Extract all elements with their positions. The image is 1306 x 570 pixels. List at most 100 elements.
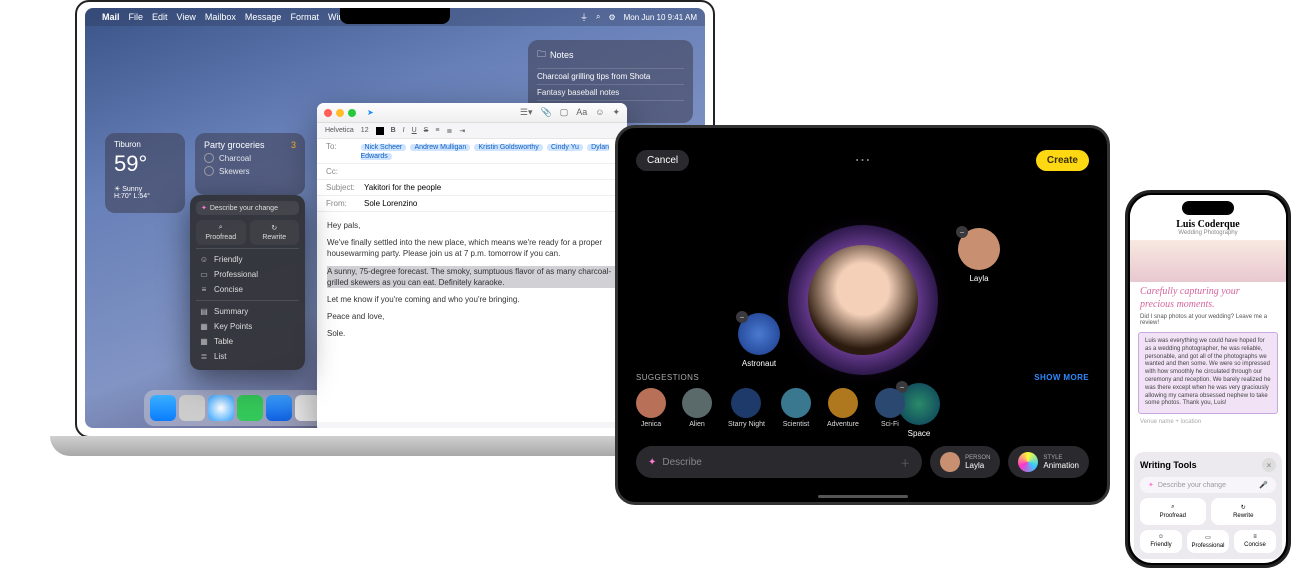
add-icon[interactable]: ＋ <box>900 455 910 470</box>
style-concise[interactable]: ≡Concise <box>196 282 299 297</box>
home-indicator[interactable] <box>818 495 908 498</box>
iphone-frame: Luis Coderque Wedding Photography Carefu… <box>1125 190 1291 568</box>
font-size[interactable]: 12 <box>361 127 369 134</box>
cancel-button[interactable]: Cancel <box>636 150 689 171</box>
recipient-chip[interactable]: Andrew Mulligan <box>410 144 470 151</box>
zoom-button[interactable] <box>348 109 356 117</box>
dock-finder[interactable] <box>150 395 176 421</box>
create-button[interactable]: Create <box>1036 150 1089 171</box>
proofread-button[interactable]: ⌕Proofread <box>1140 498 1206 525</box>
close-button[interactable] <box>324 109 332 117</box>
mail-selected-text: A sunny, 75-degree forecast. The smoky, … <box>327 266 617 288</box>
menubar-datetime[interactable]: Mon Jun 10 9:41 AM <box>624 13 697 22</box>
style-professional[interactable]: ▭Professional <box>1187 530 1229 553</box>
minimize-button[interactable] <box>336 109 344 117</box>
style-picker[interactable]: STYLEAnimation <box>1008 446 1089 478</box>
person-picker[interactable]: PERSONLayla <box>930 446 1000 478</box>
describe-input[interactable]: ✦ Describe ＋ <box>636 446 922 478</box>
menu-edit[interactable]: Edit <box>152 12 168 22</box>
reminders-widget[interactable]: Party groceries3 Charcoal Skewers <box>195 133 305 195</box>
menu-mail[interactable]: Mail <box>102 12 120 22</box>
action-table[interactable]: ▦Table <box>196 334 299 349</box>
venue-field[interactable]: Venue name + location <box>1130 417 1286 427</box>
mail-body-editor[interactable]: Hey pals, We've finally settled into the… <box>317 212 627 422</box>
writing-tools-popover: ✦ Describe your change ⌕Proofread ↻Rewri… <box>190 195 305 370</box>
suggestion-item[interactable]: Sci-Fi <box>875 388 905 428</box>
style-friendly[interactable]: ☺Friendly <box>1140 530 1182 553</box>
recipient-chip[interactable]: Nick Scheer <box>361 144 407 151</box>
mic-icon[interactable]: 🎤 <box>1259 481 1268 489</box>
writing-tools-icon[interactable]: ✦ <box>612 107 620 118</box>
mail-paragraph: Let me know if you're coming and who you… <box>327 294 617 305</box>
suggestion-item[interactable]: Scientist <box>781 388 811 428</box>
color-swatch[interactable] <box>376 127 384 135</box>
dock-messages[interactable] <box>237 395 263 421</box>
show-more-button[interactable]: SHOW MORE <box>1034 373 1089 382</box>
style-professional[interactable]: ▭Professional <box>196 267 299 282</box>
writing-tools-prompt-input[interactable]: ✦ Describe your change <box>196 201 299 215</box>
search-icon[interactable]: ⌕ <box>596 12 600 22</box>
note-item[interactable]: Fantasy baseball notes <box>537 84 684 100</box>
recipient-chip[interactable]: Kristin Goldsworthy <box>474 144 542 151</box>
reminders-title: Party groceries <box>204 140 265 150</box>
suggestion-item[interactable]: Starry Night <box>728 388 765 428</box>
align-icon[interactable]: ≡ <box>435 127 439 134</box>
action-summary[interactable]: ▤Summary <box>196 304 299 319</box>
indent-icon[interactable]: ⇥ <box>459 127 465 135</box>
dock-safari[interactable] <box>208 395 234 421</box>
menu-file[interactable]: File <box>129 12 144 22</box>
close-icon[interactable]: × <box>1262 458 1276 472</box>
format-icon[interactable]: Aa <box>576 107 587 118</box>
strike-button[interactable]: S <box>424 127 429 134</box>
subject-field[interactable]: Yakitori for the people <box>364 183 441 192</box>
action-list[interactable]: ≣List <box>196 349 299 364</box>
underline-button[interactable]: U <box>412 127 417 134</box>
send-icon[interactable]: ➤ <box>367 108 374 117</box>
context-astronaut[interactable]: − Astronaut <box>738 313 780 368</box>
suggestion-label: Jenica <box>641 421 661 428</box>
reminder-item[interactable]: Charcoal <box>204 153 296 163</box>
dock-launchpad[interactable] <box>179 395 205 421</box>
review-textarea[interactable]: Luis was everything we could have hoped … <box>1138 332 1278 414</box>
recipient-chip[interactable]: Cindy Yu <box>547 144 583 151</box>
writing-tools-prompt-input[interactable]: ✦ Describe your change 🎤 <box>1140 477 1276 493</box>
menu-message[interactable]: Message <box>245 12 282 22</box>
control-center-icon[interactable]: ⚙ <box>608 13 615 22</box>
remove-icon[interactable]: − <box>956 226 968 238</box>
italic-button[interactable]: I <box>403 127 405 134</box>
emoji-icon[interactable]: ☺ <box>595 107 604 118</box>
style-friendly[interactable]: ☺Friendly <box>196 252 299 267</box>
context-layla[interactable]: − Layla <box>958 228 1000 283</box>
reminder-item[interactable]: Skewers <box>204 166 296 176</box>
photo-icon[interactable]: ▢ <box>560 107 569 118</box>
header-dropdown-icon[interactable]: ☰▾ <box>520 107 533 118</box>
playground-canvas[interactable] <box>788 225 938 375</box>
note-item[interactable]: Charcoal grilling tips from Shota <box>537 68 684 84</box>
weather-cond: Sunny <box>122 186 142 193</box>
dock-mail[interactable] <box>266 395 292 421</box>
bold-button[interactable]: B <box>391 127 396 134</box>
font-name[interactable]: Helvetica <box>325 127 354 134</box>
menu-mailbox[interactable]: Mailbox <box>205 12 236 22</box>
sparkle-icon: ✦ <box>1148 481 1154 489</box>
suggestion-item[interactable]: Jenica <box>636 388 666 428</box>
proofread-button[interactable]: ⌕Proofread <box>196 220 246 245</box>
suggestion-label: Adventure <box>827 421 859 428</box>
menu-format[interactable]: Format <box>290 12 319 22</box>
to-field[interactable]: Nick Scheer Andrew Mulligan Kristin Gold… <box>361 142 619 160</box>
suggestion-item[interactable]: Adventure <box>827 388 859 428</box>
notes-title: Notes <box>550 50 574 60</box>
rewrite-button[interactable]: ↻Rewrite <box>250 220 300 245</box>
remove-icon[interactable]: − <box>736 311 748 323</box>
wifi-icon[interactable]: ⏚ <box>580 12 588 23</box>
suggestion-item[interactable]: Alien <box>682 388 712 428</box>
rewrite-button[interactable]: ↻Rewrite <box>1211 498 1277 525</box>
weather-widget[interactable]: Tiburon 59° ☀︎ Sunny H:70° L:54° <box>105 133 185 213</box>
more-icon[interactable]: ⋯ <box>855 150 871 171</box>
attach-icon[interactable]: 📎 <box>541 107 552 118</box>
style-concise[interactable]: ≡Concise <box>1234 530 1276 553</box>
menu-view[interactable]: View <box>177 12 196 22</box>
action-keypoints[interactable]: ▦Key Points <box>196 319 299 334</box>
from-field[interactable]: Sole Lorenzino <box>364 199 417 208</box>
list-bullet-icon[interactable]: ≣ <box>446 127 452 135</box>
